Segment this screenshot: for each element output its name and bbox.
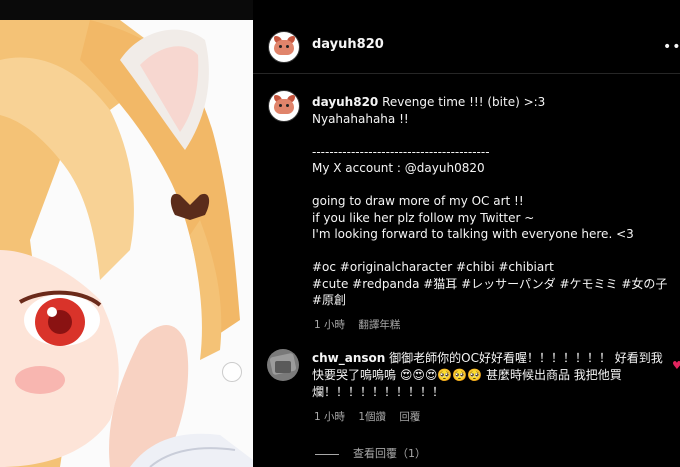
caption-username[interactable]: dayuh820 — [312, 95, 378, 109]
caption-line-1: Nyahahahaha !! — [312, 111, 409, 126]
caption-line-8: I'm looking forward to talking with ever… — [312, 227, 634, 241]
caption-hashtags-1[interactable]: #oc #originalcharacter #chibi #chibiart — [312, 259, 672, 276]
comment-username[interactable]: chw_anson — [312, 351, 385, 365]
caption-line-6: going to draw more of my OC art !! — [312, 194, 524, 208]
view-replies-button[interactable]: 查看回覆（1） — [315, 445, 426, 461]
post-caption: dayuh820 Revenge time !!! (bite) >:3 Nya… — [312, 94, 672, 309]
comment-reply-button[interactable]: 回覆 — [399, 411, 420, 423]
caption-line-2 — [312, 127, 672, 144]
caption-meta: 1 小時 翻譯年糕 — [314, 317, 410, 332]
caption-line-7: if you like her plz follow my Twitter ~ — [312, 210, 535, 225]
caption-hashtags-3[interactable]: #原創 — [312, 292, 672, 309]
translate-link[interactable]: 翻譯年糕 — [358, 319, 400, 331]
caption-hashtags-2[interactable]: #cute #redpanda #猫耳 #レッサーパンダ #ケモミミ #女の子 — [312, 276, 672, 293]
carousel-next-button[interactable] — [222, 362, 242, 382]
comment-likes[interactable]: 1個讚 — [358, 411, 386, 423]
comment-time[interactable]: 1 小時 — [314, 411, 345, 423]
caption-line-5 — [312, 177, 672, 194]
caption-avatar[interactable] — [268, 90, 300, 122]
more-horizontal-icon[interactable]: ••• — [663, 39, 680, 55]
caption-line-9 — [312, 243, 672, 260]
caption-time[interactable]: 1 小時 — [314, 319, 345, 331]
caption-line-3: ----------------------------------------… — [312, 144, 490, 159]
post-image[interactable] — [0, 20, 253, 467]
comment: chw_anson 御御老師你的OC好好看喔！！！！！！！ 好看到我快要哭了嗚嗚… — [312, 350, 672, 401]
post-details-panel: dayuh820 ••• dayuh820 Revenge time !!! (… — [253, 20, 680, 467]
author-avatar[interactable] — [268, 31, 300, 63]
character-illustration — [0, 20, 253, 467]
caption-line-4: My X account : @dayuh0820 — [312, 161, 485, 175]
post-header: dayuh820 ••• — [253, 20, 680, 74]
commenter-avatar[interactable] — [267, 349, 299, 381]
view-replies-label: 查看回覆（1） — [353, 447, 426, 460]
top-strip — [0, 0, 253, 20]
caption-line-0: Revenge time !!! (bite) >:3 — [382, 95, 546, 109]
like-heart-icon[interactable]: ♥ — [672, 359, 680, 372]
divider-dash — [315, 453, 339, 455]
comment-meta: 1 小時 1個讚 回覆 — [314, 409, 430, 424]
author-username[interactable]: dayuh820 — [312, 37, 384, 52]
